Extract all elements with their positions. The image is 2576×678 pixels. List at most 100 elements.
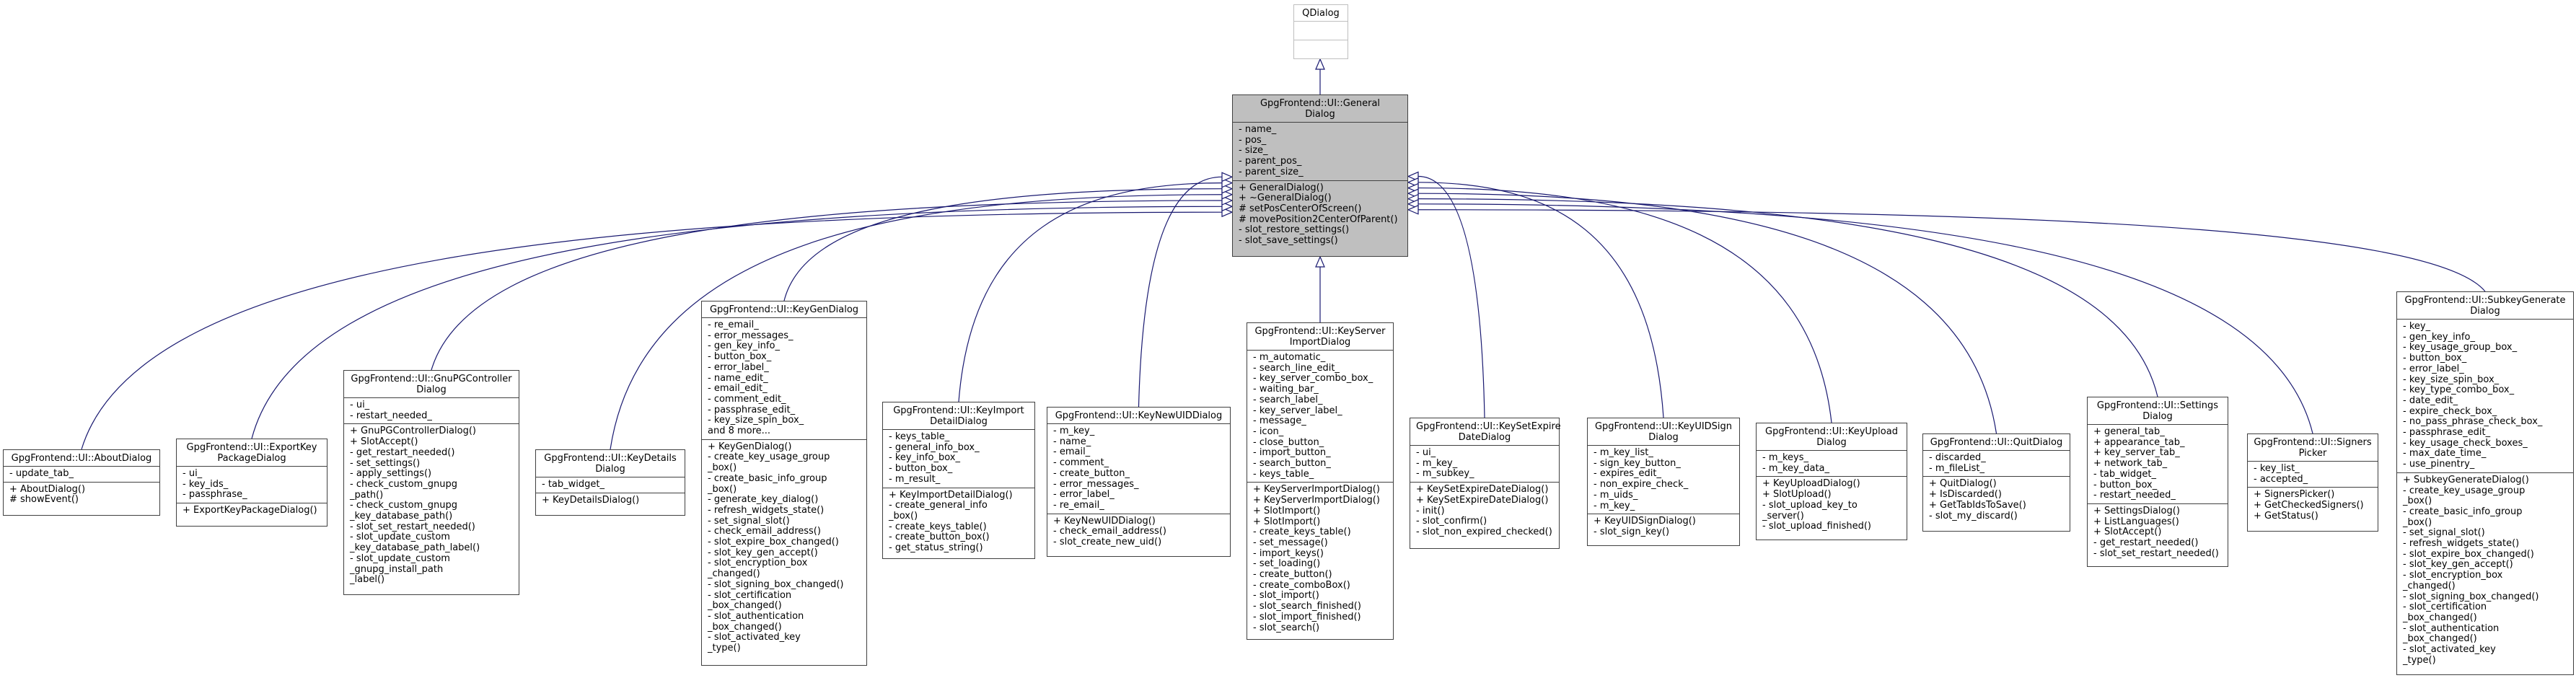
class-member: # movePosition2CenterOfParent() [1239,213,1398,225]
class-member: - slot_key_gen_accept() [2403,559,2513,571]
class-member: - key_server_combo_box_ [1253,373,1373,384]
class-member: - m_key_data_ [1762,462,1830,474]
class-member: - slot_expire_box_changed() [2403,548,2534,560]
class-node-subkey-generate-dialog[interactable]: GpgFrontend::UI::SubkeyGenerate Dialog -… [2396,291,2574,675]
class-member: - pos_ [1239,134,1267,146]
class-member: - search_button_ [1253,458,1331,470]
class-member: - expires_edit_ [1593,468,1661,480]
class-member: - ui_ [350,400,370,410]
class-member: - slot_restore_settings() [1239,224,1350,236]
class-member: - keys_table_ [1253,468,1314,480]
edge-keyuidsigndialog-to-general-dialog [1417,182,1664,418]
class-member: - key_type_combo_box_ [2403,384,2515,396]
class-member: - create_keys_table() [889,521,987,532]
edge-keygendialog-to-general-dialog-arrowhead [1221,183,1234,194]
edge-quitdialog-to-general-dialog-arrowhead [1407,188,1419,199]
class-node-key-uid-sign-dialog[interactable]: GpgFrontend::UI::KeyUIDSign Dialog - m_k… [1587,418,1740,546]
class-attributes: - m_key_ - name_ - email_ - comment_ - creat… [1047,424,1230,514]
class-member: - slot_upload_finished() [1762,521,1871,532]
class-member: + GetTabIdsToSave() [1929,499,2026,511]
class-member: - check_custom_gnupg _path() [350,478,457,501]
class-member: - slot_confirm() [1416,516,1487,527]
class-methods: + SignersPicker() + GetCheckedSigners() + … [2248,488,2378,524]
class-member: - error_label_ [708,361,769,373]
class-member: + GeneralDialog() [1239,182,1324,193]
class-member: - slot_key_gen_accept() [708,547,818,558]
edge-keynewuiddialog-to-general-dialog-arrowhead [1221,172,1234,182]
class-node-gnupg-controller-dialog[interactable]: GpgFrontend::UI::GnuPGController Dialog … [343,370,519,595]
class-node-key-server-import-dialog[interactable]: GpgFrontend::UI::KeyServer ImportDialog … [1247,322,1394,640]
class-member: + SlotImport() [1253,505,1321,516]
class-node-settings-dialog[interactable]: GpgFrontend::UI::Settings Dialog + gener… [2087,397,2228,567]
class-member: - key_ids_ [183,478,229,490]
class-node-key-gen-dialog[interactable]: GpgFrontend::UI::KeyGenDialog - re_email… [701,301,867,666]
class-member: - tab_widget_ [2093,468,2156,480]
class-member: - passphrase_edit_ [2403,427,2491,439]
class-member: - slot_search_finished() [1253,601,1361,612]
class-node-about-dialog[interactable]: GpgFrontend::UI::AboutDialog - update_ta… [3,449,160,516]
class-member: + AboutDialog() [9,483,86,495]
class-member: + ExportKeyPackageDialog() [183,505,317,516]
class-title: GpgFrontend::UI::Settings Dialog [2088,397,2228,425]
class-member: - gen_key_info_ [2403,331,2475,343]
class-member: - set_loading() [1253,558,1321,570]
class-attributes: + general_tab_ + appearance_tab_ + key_ser… [2088,425,2228,504]
class-methods: + GeneralDialog() + ~GeneralDialog() # set… [1233,181,1407,249]
edge-settingsdialog-to-general-dialog-arrowhead [1407,193,1419,204]
class-node-qdialog[interactable]: QDialog [1293,4,1348,59]
class-member: - refresh_widgets_state() [708,504,825,516]
class-member: - slot_create_new_uid() [1053,537,1162,548]
class-title: GpgFrontend::UI::KeyUIDSign Dialog [1588,418,1739,446]
class-node-key-new-uid-dialog[interactable]: GpgFrontend::UI::KeyNewUIDDialog - m_key… [1047,407,1231,557]
class-attributes: - discarded_ - m_fileList_ [1923,451,2070,477]
class-methods: + SubkeyGenerateDialog() - create_key_usa… [2397,473,2573,669]
class-member: - create_key_usage_group _box() [708,452,830,474]
class-member: - slot_update_custom _gnupg_install_path… [350,552,450,586]
class-member: - slot_encryption_box _changed() [708,558,808,580]
class-member: - passphrase_ [183,489,247,501]
edge-subkeygeneratedialog-to-general-dialog-arrowhead [1407,204,1419,215]
class-title: GpgFrontend::UI::SubkeyGenerate Dialog [2397,292,2573,320]
class-member: - button_box_ [708,351,772,363]
class-node-key-import-detail-dialog[interactable]: GpgFrontend::UI::KeyImport DetailDialog … [882,402,1035,559]
class-attributes: - m_keys_ - m_key_data_ [1757,451,1907,477]
class-member: + key_server_tab_ [2093,447,2180,459]
class-member: - m_subkey_ [1416,468,1474,480]
class-attributes: - m_key_list_ - sign_key_button_ - expires… [1588,446,1739,515]
class-node-export-key-package-dialog[interactable]: GpgFrontend::UI::ExportKey PackageDialog… [176,439,328,527]
class-member: + KeySetExpireDateDialog() [1416,484,1549,496]
class-member: + KeyNewUIDDialog() [1053,515,1156,527]
edge-keyserverimportdialog-to-general-dialog-arrowhead [1315,255,1325,268]
class-node-key-upload-dialog[interactable]: GpgFrontend::UI::KeyUpload Dialog - m_ke… [1756,423,1907,540]
class-member: - import_keys() [1253,547,1324,559]
class-member: - icon_ [1253,426,1284,437]
class-member: - key_size_spin_box_ [2403,374,2500,385]
class-node-key-details-dialog[interactable]: GpgFrontend::UI::KeyDetails Dialog - tab… [535,449,685,516]
class-member: - slot_set_restart_needed() [350,521,475,532]
class-member: - slot_set_restart_needed() [2093,547,2219,559]
class-node-signers-picker[interactable]: GpgFrontend::UI::Signers Picker - key_li… [2247,433,2378,532]
class-node-key-set-expire-date-dialog[interactable]: GpgFrontend::UI::KeySetExpire DateDialog… [1410,418,1561,549]
class-member: - m_key_list_ [1593,447,1653,458]
class-node-quit-dialog[interactable]: GpgFrontend::UI::QuitDialog - discarded_… [1922,433,2070,532]
edge-keyimportdetaildialog-to-general-dialog [958,182,1223,402]
class-member: - set_settings() [350,457,421,469]
class-member: - create_general_info _box() [889,500,988,521]
edge-general-dialog-to-qdialog-arrowhead [1315,58,1325,70]
class-member: + QuitDialog() [1929,478,1997,490]
class-attributes: - re_email_ - error_messages_ - gen_key_in… [702,318,866,440]
class-member: - import_button_ [1253,447,1331,459]
class-member: - slot_certification _box_changed() [2403,602,2487,623]
class-member: - message_ [1253,415,1306,427]
class-member: - m_automatic_ [1253,352,1326,363]
class-node-general-dialog[interactable]: GpgFrontend::UI::General Dialog - name_ -… [1232,94,1408,257]
class-member: - date_edit_ [2403,395,2458,406]
class-member: + ListLanguages() [2093,516,2179,527]
class-title: GpgFrontend::UI::KeyServer ImportDialog [1247,323,1393,351]
edge-keyuploaddialog-to-general-dialog [1417,187,1832,423]
class-member: - key_list_ [2254,463,2300,474]
class-member: - slot_non_expired_checked() [1416,526,1552,537]
edge-exportkeypackagedialog-to-general-dialog-arrowhead [1221,201,1234,212]
edge-aboutdialog-to-general-dialog-arrowhead [1221,207,1234,218]
class-member: + general_tab_ [2093,426,2165,437]
